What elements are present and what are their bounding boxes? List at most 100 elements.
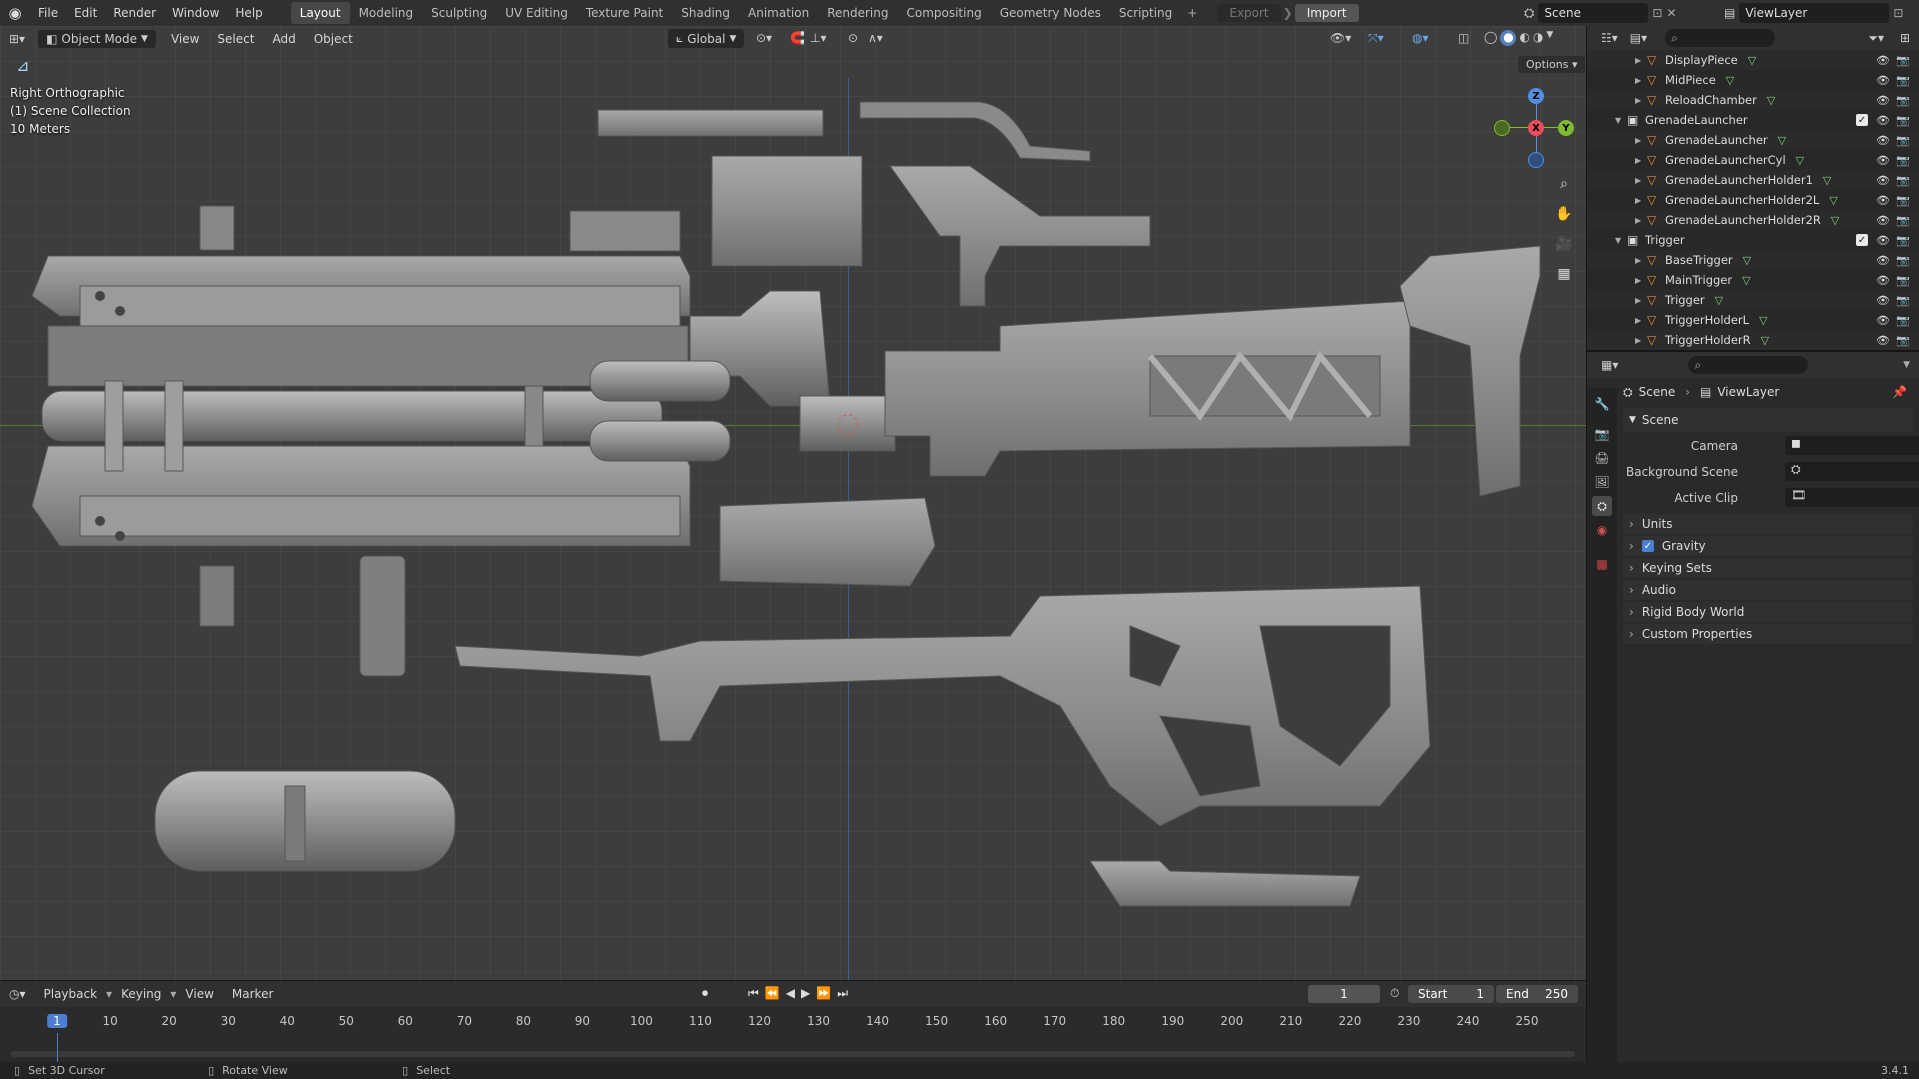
tab-scripting[interactable]: Scripting: [1110, 2, 1181, 24]
menu-help[interactable]: Help: [227, 6, 270, 20]
panel-rigid-body-world[interactable]: › Rigid Body World: [1623, 602, 1913, 622]
expand-right-icon[interactable]: ▶: [1635, 336, 1647, 345]
exclude-checkbox[interactable]: ✓: [1856, 114, 1868, 126]
expand-right-icon[interactable]: ▶: [1635, 56, 1647, 65]
next-keyframe-icon[interactable]: ⏩: [816, 986, 831, 1001]
properties-search-input[interactable]: ⌕: [1688, 356, 1809, 374]
render-camera-icon[interactable]: 📷: [1896, 74, 1910, 87]
play-reverse-icon[interactable]: ◀: [786, 986, 795, 1001]
properties-editor[interactable]: ▦▾ ⌕ ▼ 🔧 📷 🖨 🖼 ⛭ ◉ ▩ ⛭ Scene › ▤ ViewLay…: [1586, 350, 1919, 1064]
expand-right-icon[interactable]: ▶: [1635, 216, 1647, 225]
render-camera-icon[interactable]: 📷: [1896, 314, 1910, 327]
mesh-data-icon[interactable]: ▽: [1829, 194, 1837, 207]
filter-icon[interactable]: ⏷▾: [1868, 31, 1884, 46]
background-scene-field[interactable]: ⛭: [1785, 462, 1919, 481]
eye-icon[interactable]: 👁: [1876, 54, 1890, 67]
gizmo-neg-z-axis[interactable]: [1528, 152, 1544, 168]
outliner-object-row[interactable]: ▶ ▽ GrenadeLauncherHolder1 ▽ 👁 📷: [1587, 170, 1919, 190]
mesh-data-icon[interactable]: ▽: [1831, 214, 1839, 227]
new-view-layer-icon[interactable]: ⊡: [1893, 6, 1903, 20]
outliner-object-row[interactable]: ▶ ▽ MidPiece ▽ 👁 📷: [1587, 70, 1919, 90]
outliner-object-row[interactable]: ▶ ▽ ReloadChamber ▽ 👁 📷: [1587, 90, 1919, 110]
texture-tab-icon[interactable]: ▩: [1592, 554, 1612, 574]
panel-custom-properties[interactable]: › Custom Properties: [1623, 624, 1913, 644]
expand-right-icon[interactable]: ▶: [1635, 136, 1647, 145]
outliner-object-row[interactable]: ▶ ▽ GrenadeLauncherHolder2L ▽ 👁 📷: [1587, 190, 1919, 210]
import-button[interactable]: Import: [1294, 4, 1359, 22]
record-icon[interactable]: ⏺: [702, 986, 708, 1001]
outliner-object-row[interactable]: ▶ ▽ GrenadeLauncher ▽ 👁 📷: [1587, 130, 1919, 150]
eye-icon[interactable]: 👁: [1876, 214, 1890, 227]
outliner-object-row[interactable]: ▶ ▽ MainTrigger ▽ 👁 📷: [1587, 270, 1919, 290]
expand-right-icon[interactable]: ▶: [1635, 196, 1647, 205]
pin-icon[interactable]: ⊡: [1652, 6, 1662, 20]
eye-icon[interactable]: 👁: [1876, 274, 1890, 287]
outliner-object-row[interactable]: ▶ ▽ Trigger ▽ 👁 📷: [1587, 290, 1919, 310]
jump-start-icon[interactable]: ⏮: [748, 986, 759, 1001]
eye-icon[interactable]: 👁: [1876, 134, 1890, 147]
render-camera-icon[interactable]: 📷: [1896, 294, 1910, 307]
gizmo-y-axis[interactable]: Y: [1558, 120, 1574, 136]
outliner-object-row[interactable]: ▶ ▽ BaseTrigger ▽ 👁 📷: [1587, 250, 1919, 270]
mesh-data-icon[interactable]: ▽: [1726, 74, 1734, 87]
outliner-object-row[interactable]: ▶ ▽ GrenadeLauncherCyl ▽ 👁 📷: [1587, 150, 1919, 170]
output-tab-icon[interactable]: 🖨: [1592, 448, 1612, 468]
timeline-menu-marker[interactable]: Marker: [223, 987, 282, 1001]
eye-icon[interactable]: 👁: [1876, 154, 1890, 167]
zoom-icon[interactable]: ⌕: [1552, 172, 1576, 196]
expand-right-icon[interactable]: ▶: [1635, 156, 1647, 165]
mesh-data-icon[interactable]: ▽: [1778, 134, 1786, 147]
tab-layout[interactable]: Layout: [290, 2, 350, 24]
3d-viewport[interactable]: ⊞▾ ◧ Object Mode ▼ View Select Add Object ⟀…: [0, 26, 1586, 980]
render-camera-icon[interactable]: 📷: [1896, 54, 1910, 67]
gizmo-x-axis[interactable]: X: [1528, 120, 1544, 136]
expand-right-icon[interactable]: ▶: [1635, 316, 1647, 325]
jump-end-icon[interactable]: ⏭: [837, 986, 848, 1001]
chevron-down-icon[interactable]: ▼: [1903, 360, 1910, 370]
eye-icon[interactable]: 👁: [1876, 294, 1890, 307]
play-icon[interactable]: ▶: [801, 986, 810, 1001]
tab-geometry-nodes[interactable]: Geometry Nodes: [991, 2, 1110, 24]
timeline-menu-view[interactable]: View: [176, 987, 222, 1001]
render-camera-icon[interactable]: 📷: [1896, 274, 1910, 287]
timeline-menu-playback[interactable]: Playback: [35, 987, 107, 1001]
export-button[interactable]: Export: [1217, 4, 1281, 22]
eye-icon[interactable]: 👁: [1876, 114, 1890, 127]
exclude-checkbox[interactable]: ✓: [1856, 234, 1868, 246]
outliner-object-row[interactable]: ▶ ▽ TriggerHolderL ▽ 👁 📷: [1587, 310, 1919, 330]
mesh-data-icon[interactable]: ▽: [1823, 174, 1831, 187]
camera-field[interactable]: ◼✎: [1785, 436, 1919, 455]
display-mode-icon[interactable]: ▤▾: [1630, 31, 1647, 45]
gizmo-neg-y-axis[interactable]: [1494, 120, 1510, 136]
start-frame-field[interactable]: Start 1: [1408, 985, 1494, 1003]
outliner-object-row[interactable]: ▶ ▽ TriggerHolderR ▽ 👁 📷: [1587, 330, 1919, 350]
render-camera-icon[interactable]: 📷: [1896, 174, 1910, 187]
eye-icon[interactable]: 👁: [1876, 234, 1890, 247]
eye-icon[interactable]: 👁: [1876, 174, 1890, 187]
current-frame-field[interactable]: 1: [1308, 985, 1380, 1003]
blender-logo-icon[interactable]: ◉: [0, 4, 30, 22]
render-camera-icon[interactable]: 📷: [1896, 154, 1910, 167]
mesh-data-icon[interactable]: ▽: [1796, 154, 1804, 167]
scene-icon[interactable]: ⛭: [1524, 6, 1534, 21]
outliner-search-input[interactable]: ⌕: [1665, 29, 1776, 47]
outliner-collection-row[interactable]: ▼ ▣ Trigger ✓ 👁 📷: [1587, 230, 1919, 250]
scene-tab-icon[interactable]: ⛭: [1592, 496, 1612, 516]
outliner-editor-icon[interactable]: ☷▾: [1601, 31, 1618, 45]
frame-ruler[interactable]: 1 10 20 30 40 50 60 70 80 90 100 110 120 130 140 150 160…: [0, 1010, 1586, 1032]
expand-down-icon[interactable]: ▼: [1615, 236, 1627, 245]
timeline-editor-icon[interactable]: ◷▾: [0, 987, 35, 1001]
mesh-data-icon[interactable]: ▽: [1742, 274, 1750, 287]
close-scene-icon[interactable]: ✕: [1666, 6, 1676, 20]
expand-right-icon[interactable]: ▶: [1635, 276, 1647, 285]
outliner-object-row[interactable]: ▶ ▽ GrenadeLauncherHolder2R ▽ 👁 📷: [1587, 210, 1919, 230]
tab-uv-editing[interactable]: UV Editing: [496, 2, 577, 24]
render-tab-icon[interactable]: 📷: [1592, 424, 1612, 444]
panel-gravity[interactable]: › ✓ Gravity: [1623, 536, 1913, 556]
mesh-data-icon[interactable]: ▽: [1715, 294, 1723, 307]
properties-editor-icon[interactable]: ▦▾: [1601, 358, 1618, 372]
tab-shading[interactable]: Shading: [672, 2, 739, 24]
scene-selector[interactable]: Scene: [1538, 3, 1649, 23]
expand-down-icon[interactable]: ▼: [1615, 116, 1627, 125]
render-camera-icon[interactable]: 📷: [1896, 114, 1910, 127]
